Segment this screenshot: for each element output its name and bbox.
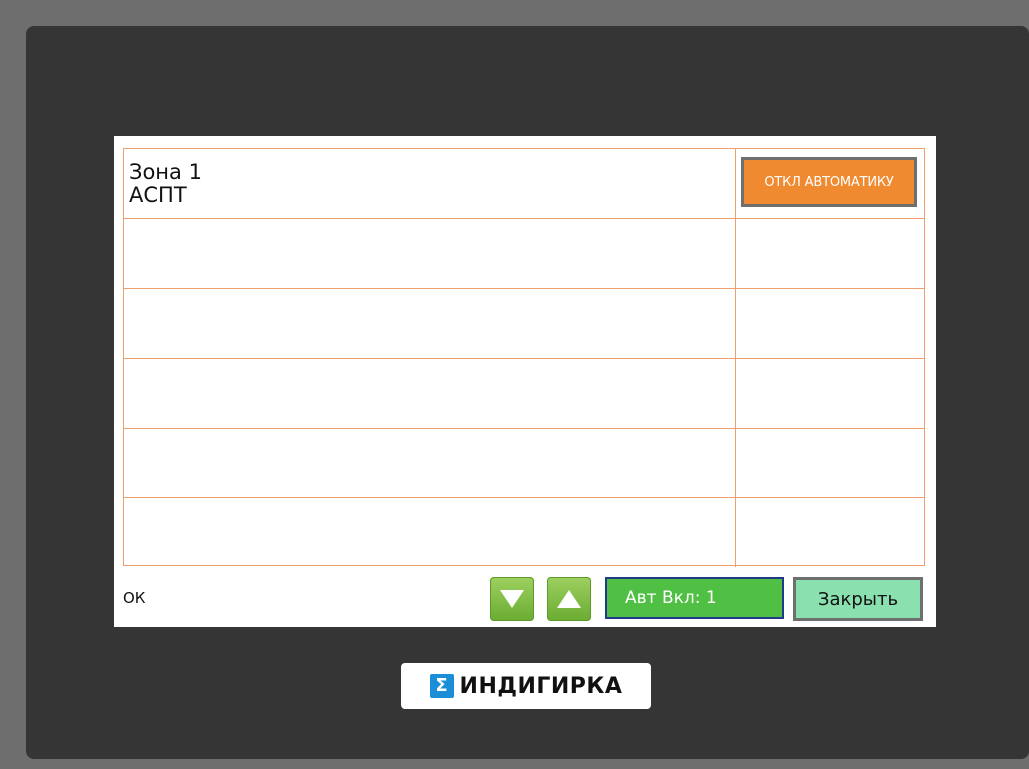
- action-cell: [736, 429, 924, 498]
- action-cell: ОТКЛ АВТОМАТИКУ: [736, 149, 924, 218]
- action-cell: [736, 359, 924, 428]
- table-row: [124, 358, 924, 428]
- action-cell: [736, 289, 924, 358]
- scroll-up-button[interactable]: [547, 577, 591, 621]
- triangle-up-icon: [557, 590, 581, 608]
- status-text: ОК: [123, 589, 146, 607]
- triangle-down-icon: [500, 590, 524, 608]
- zone-cell: [124, 429, 736, 498]
- zone-name: Зона 1: [129, 160, 202, 184]
- action-cell: [736, 498, 924, 567]
- action-cell: [736, 219, 924, 288]
- zone-cell: Зона 1 АСПТ: [124, 149, 736, 218]
- zones-table: Зона 1 АСПТ ОТКЛ АВТОМАТИКУ: [123, 148, 925, 567]
- zone-cell: [124, 498, 736, 567]
- zone-cell: [124, 359, 736, 428]
- table-row: [124, 218, 924, 288]
- scroll-down-button[interactable]: [490, 577, 534, 621]
- sigma-logo-icon: Σ: [429, 674, 454, 698]
- zone-cell: [124, 219, 736, 288]
- brand-logo: Σ ИНДИГИРКА: [401, 663, 651, 709]
- zone-label: Зона 1 АСПТ: [129, 161, 202, 207]
- table-row: Зона 1 АСПТ ОТКЛ АВТОМАТИКУ: [124, 149, 924, 218]
- brand-name: ИНДИГИРКА: [459, 673, 623, 699]
- table-row: [124, 288, 924, 358]
- zone-system: АСПТ: [129, 183, 187, 207]
- auto-status-field: Авт Вкл: 1: [605, 577, 784, 619]
- hmi-screen: Зона 1 АСПТ ОТКЛ АВТОМАТИКУ ОК Авт Вкл: …: [114, 136, 936, 627]
- zone-cell: [124, 289, 736, 358]
- disable-automation-button[interactable]: ОТКЛ АВТОМАТИКУ: [741, 157, 917, 207]
- table-row: [124, 497, 924, 567]
- table-row: [124, 428, 924, 498]
- close-button[interactable]: Закрыть: [793, 577, 923, 621]
